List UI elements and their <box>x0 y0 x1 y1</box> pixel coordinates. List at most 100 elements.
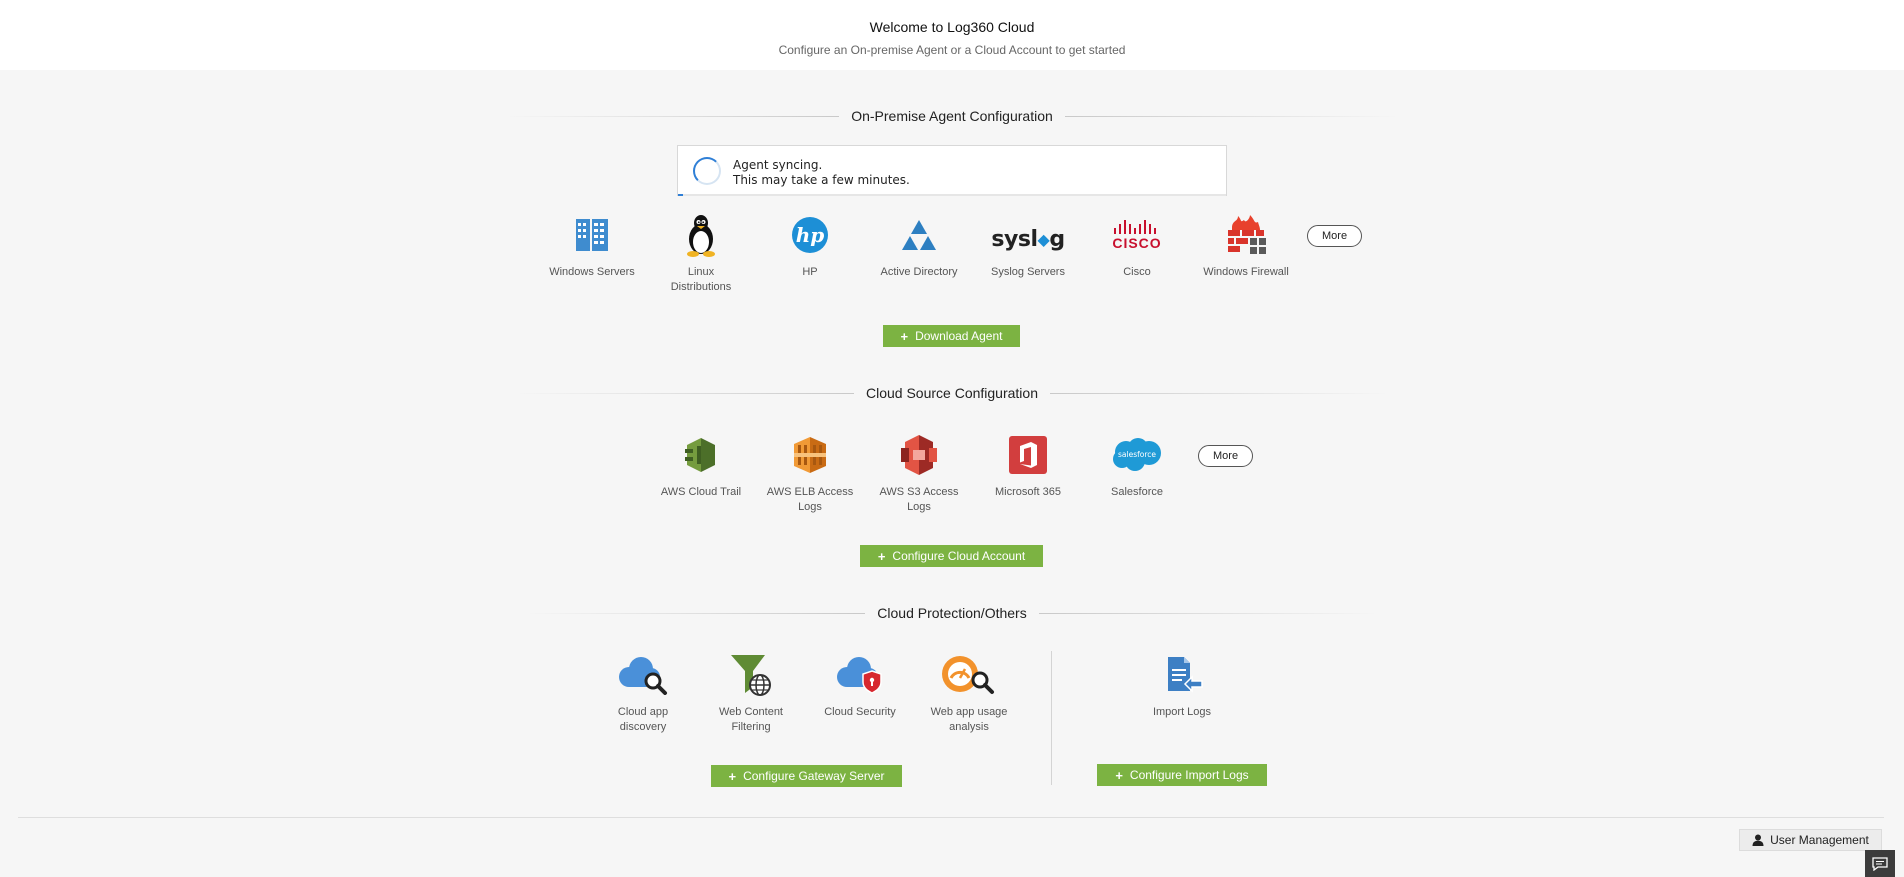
windows-servers-icon <box>576 219 608 251</box>
tile-aws-elb[interactable]: AWS ELB Access Logs <box>760 433 860 515</box>
tile-label: Web Content Filtering <box>718 706 783 733</box>
plus-icon: + <box>877 548 886 564</box>
web-content-filter-icon <box>731 655 771 696</box>
tile-cloud-app-discovery[interactable]: Cloud app discovery <box>593 653 693 735</box>
chat-icon <box>1872 856 1888 871</box>
cisco-logo-icon: CISCO <box>1087 213 1187 257</box>
syslog-logo-text-end: g <box>1049 226 1065 252</box>
tile-label: Microsoft 365 <box>994 486 1062 498</box>
chat-button[interactable] <box>1865 850 1895 877</box>
web-app-usage-icon <box>942 656 994 694</box>
active-directory-icon <box>902 220 936 250</box>
aws-s3-icon <box>901 435 937 475</box>
tile-hp[interactable]: hp HP <box>760 213 860 280</box>
heading-divider-left <box>505 115 840 117</box>
user-icon <box>1752 834 1764 846</box>
tile-windows-firewall[interactable]: Windows Firewall <box>1196 213 1296 280</box>
tile-label: Cloud Security <box>824 706 896 718</box>
salesforce-logo-text: salesforce <box>1118 450 1156 459</box>
plus-icon: + <box>900 328 909 344</box>
tile-syslog-servers[interactable]: sysl ◆ g Syslog Servers <box>978 213 1078 280</box>
cloud-protection-heading: Cloud Protection/Others <box>525 603 1379 623</box>
heading-divider-left <box>525 612 866 614</box>
sync-progress-bar <box>678 194 1226 196</box>
tile-label: AWS Cloud Trail <box>660 486 742 498</box>
tile-label: AWS S3 Access Logs <box>879 486 959 513</box>
tile-active-directory[interactable]: Active Directory <box>869 213 969 280</box>
download-agent-label: Download Agent <box>915 329 1003 343</box>
more-agents-button[interactable]: More <box>1307 225 1363 247</box>
linux-tux-icon <box>687 215 715 257</box>
agent-sync-status: Agent syncing. This may take a few minut… <box>677 145 1227 196</box>
footer-divider <box>18 817 1884 818</box>
tile-label: Cloud app discovery <box>617 706 669 733</box>
cisco-bars-icon <box>1114 219 1156 234</box>
import-logs-icon <box>1168 657 1203 693</box>
tile-windows-servers[interactable]: Windows Servers <box>542 213 642 280</box>
user-management-button[interactable]: User Management <box>1739 829 1882 851</box>
tile-label: Import Logs <box>1152 706 1212 718</box>
tile-label: AWS ELB Access Logs <box>766 486 854 513</box>
cloud-security-icon <box>837 657 882 694</box>
tile-label: Linux Distributions <box>670 266 732 293</box>
sync-status-line1: Agent syncing. <box>733 158 823 172</box>
tile-label: Syslog Servers <box>991 266 1065 278</box>
user-management-label: User Management <box>1770 833 1869 847</box>
tile-label: Windows Firewall <box>1203 266 1289 278</box>
syslog-logo-diamond: ◆ <box>1037 229 1050 249</box>
cisco-logo-text: CISCO <box>1112 234 1162 251</box>
tile-web-app-usage[interactable]: Web app usage analysis <box>919 653 1019 735</box>
configure-cloud-account-label: Configure Cloud Account <box>892 549 1026 563</box>
syslog-logo-icon: sysl ◆ g <box>978 213 1078 257</box>
heading-divider-right <box>1064 115 1399 117</box>
svg-text:hp: hp <box>796 223 825 247</box>
tile-label: Web app usage analysis <box>930 706 1008 733</box>
hp-logo-icon: hp <box>792 217 828 253</box>
heading-divider-right <box>1038 612 1379 614</box>
sync-status-line2: This may take a few minutes. <box>733 173 910 187</box>
cloud-protection-heading-text: Cloud Protection/Others <box>877 605 1027 621</box>
plus-icon: + <box>728 768 737 784</box>
aws-cloudtrail-icon <box>685 438 715 472</box>
cloud-source-heading-text: Cloud Source Configuration <box>866 385 1038 401</box>
page-title: Welcome to Log360 Cloud <box>869 19 1035 35</box>
download-agent-button[interactable]: + Download Agent <box>883 325 1020 347</box>
configure-import-logs-button[interactable]: + Configure Import Logs <box>1097 764 1267 786</box>
on-premise-heading: On-Premise Agent Configuration <box>505 106 1399 126</box>
tile-web-content-filtering[interactable]: Web Content Filtering <box>701 653 801 735</box>
firewall-icon <box>1228 215 1266 254</box>
tile-aws-cloudtrail[interactable]: AWS Cloud Trail <box>651 433 751 500</box>
tile-microsoft-365[interactable]: Microsoft 365 <box>978 433 1078 500</box>
configure-gateway-server-button[interactable]: + Configure Gateway Server <box>711 765 902 787</box>
on-premise-heading-text: On-Premise Agent Configuration <box>851 108 1053 124</box>
cloud-source-heading: Cloud Source Configuration <box>515 383 1389 403</box>
more-cloud-sources-button[interactable]: More <box>1198 445 1254 467</box>
tile-linux-distributions[interactable]: Linux Distributions <box>651 213 751 295</box>
configure-cloud-account-button[interactable]: + Configure Cloud Account <box>860 545 1043 567</box>
microsoft-365-icon <box>1009 436 1047 474</box>
tile-salesforce[interactable]: salesforce Salesforce <box>1087 433 1187 500</box>
configure-import-logs-label: Configure Import Logs <box>1129 768 1249 782</box>
tile-label: Cisco <box>1123 266 1151 278</box>
salesforce-icon: salesforce <box>1113 438 1161 471</box>
welcome-header: Welcome to Log360 Cloud Configure an On-… <box>0 0 1904 70</box>
tile-cloud-security[interactable]: Cloud Security <box>810 653 910 720</box>
tile-label: Salesforce <box>1111 486 1163 498</box>
plus-icon: + <box>1115 767 1123 783</box>
tile-label: Windows Servers <box>549 266 635 278</box>
tile-label: HP <box>802 266 818 278</box>
aws-elb-icon <box>794 437 826 473</box>
tile-import-logs[interactable]: Import Logs <box>1132 653 1232 720</box>
sync-progress-fill <box>678 194 684 196</box>
heading-divider-left <box>515 392 854 394</box>
tile-aws-s3[interactable]: AWS S3 Access Logs <box>869 433 969 515</box>
cloud-app-discovery-icon <box>619 657 667 695</box>
syslog-logo-text: sysl <box>991 226 1038 252</box>
heading-divider-right <box>1050 392 1389 394</box>
page-subtitle: Configure an On-premise Agent or a Cloud… <box>778 43 1126 57</box>
tile-label: Active Directory <box>880 266 958 278</box>
loading-spinner-icon <box>693 157 721 185</box>
tile-cisco[interactable]: CISCO Cisco <box>1087 213 1187 280</box>
section-vertical-divider <box>1051 651 1052 785</box>
configure-gateway-server-label: Configure Gateway Server <box>743 769 885 783</box>
